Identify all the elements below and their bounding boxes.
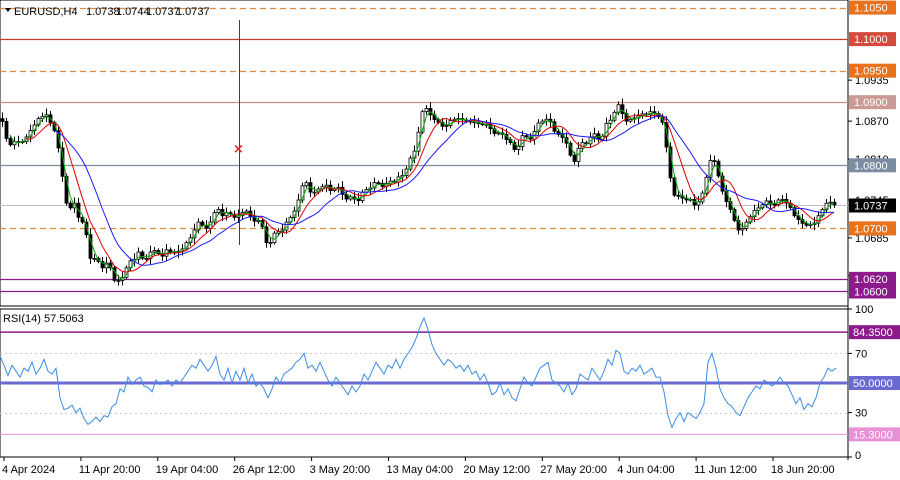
- candle-body: [140, 251, 145, 259]
- rsi-tick-label: 0: [855, 450, 861, 462]
- candle-body: [8, 138, 13, 146]
- candle-body: [828, 201, 833, 204]
- candle-body: [628, 118, 633, 122]
- price-tag-label: 1.0620: [854, 274, 888, 286]
- candle-body: [376, 182, 381, 185]
- price-tag-label: 1.0900: [854, 97, 888, 109]
- rsi-header: RSI(14) 57.5063: [3, 313, 84, 325]
- candle-body: [540, 120, 545, 124]
- rsi-tick-label: 100: [855, 304, 873, 316]
- ohlc-close: 1.0737: [176, 6, 210, 18]
- candle-body: [4, 121, 9, 139]
- candle-body: [444, 125, 449, 127]
- candle-body: [524, 135, 529, 138]
- candle-body: [356, 198, 361, 202]
- x-tick-label: 4 Apr 2024: [2, 464, 55, 476]
- candle-body: [324, 184, 329, 188]
- candle-body: [592, 133, 597, 138]
- current-price-label: 1.0737: [854, 201, 888, 213]
- rsi-tag-label: 50.0000: [853, 378, 893, 390]
- price-tag-label: 1.0700: [854, 223, 888, 235]
- candle-body: [424, 108, 429, 113]
- trading-chart[interactable]: 1.09351.08701.08101.07451.06851.06251.10…: [0, 0, 900, 480]
- rsi-tick-label: 70: [855, 348, 867, 360]
- candle-body: [92, 257, 97, 260]
- candle-body: [68, 202, 73, 209]
- rsi-tick-label: 30: [855, 408, 867, 420]
- candle-body: [200, 221, 205, 226]
- candle-body: [572, 154, 577, 162]
- candle-body: [496, 132, 501, 135]
- x-tick-label: 13 May 04:00: [387, 464, 454, 476]
- x-tick-label: 20 May 12:00: [463, 464, 530, 476]
- candle-body: [780, 198, 785, 201]
- candle-body: [44, 114, 49, 117]
- ohlc-low: 1.0737: [146, 6, 180, 18]
- candle-body: [712, 160, 717, 162]
- x-tick-label: 11 Apr 20:00: [79, 464, 141, 476]
- x-tick-label: 19 Apr 04:00: [156, 464, 218, 476]
- price-tick-label: 1.0870: [855, 116, 889, 128]
- candle-body: [516, 145, 521, 150]
- x-tick-label: 27 May 20:00: [540, 464, 607, 476]
- ohlc-high: 1.0744: [116, 6, 150, 18]
- candle-body: [244, 210, 249, 214]
- symbol-label[interactable]: EURUSD,H4: [14, 6, 78, 18]
- rsi-tag-label: 15.3000: [853, 429, 893, 441]
- cross-marker-icon[interactable]: ×: [233, 142, 244, 157]
- candle-body: [144, 257, 149, 260]
- price-tag-label: 1.0800: [854, 160, 888, 172]
- candle-body: [216, 209, 221, 214]
- x-tick-label: 11 Jun 12:00: [694, 464, 757, 476]
- x-tick-label: 18 Jun 20:00: [771, 464, 835, 476]
- price-tag-label: 1.0600: [854, 286, 888, 298]
- x-tick-label: 3 May 20:00: [310, 464, 371, 476]
- candle-body: [304, 182, 309, 187]
- candle-body: [452, 118, 457, 121]
- price-tag-label: 1.1000: [854, 34, 888, 46]
- x-tick-label: 4 Jun 04:00: [617, 464, 675, 476]
- candle-body: [676, 194, 681, 197]
- candle-body: [620, 104, 625, 114]
- candle-body: [116, 280, 121, 282]
- rsi-tag-label: 84.3500: [853, 327, 893, 339]
- candle-body: [0, 118, 5, 122]
- candle-body: [268, 242, 273, 244]
- candle-body: [312, 191, 317, 194]
- price-tag-label: 1.0950: [854, 66, 888, 78]
- candle-body: [740, 227, 745, 231]
- ohlc-open: 1.0738: [86, 6, 120, 18]
- candle-body: [152, 250, 157, 253]
- candle-body: [772, 203, 777, 206]
- x-tick-label: 26 Apr 12:00: [233, 464, 295, 476]
- price-tag-label: 1.1050: [854, 3, 888, 15]
